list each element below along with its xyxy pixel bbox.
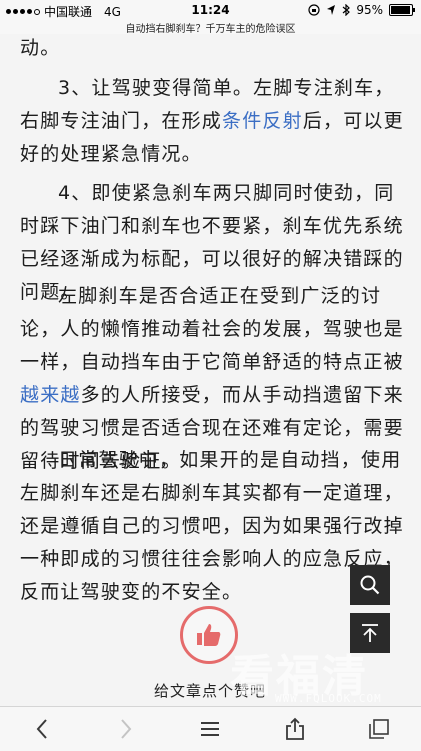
battery-percent: 95% <box>356 3 383 17</box>
hamburger-menu-icon <box>201 722 220 736</box>
tabs-button[interactable] <box>359 709 399 749</box>
keyword-link[interactable]: 条件反射 <box>222 110 303 132</box>
watermark-url: WWW.FQLOOK.COM <box>275 692 382 705</box>
share-icon <box>285 717 304 740</box>
tabs-icon <box>369 719 389 739</box>
back-button[interactable] <box>22 709 62 749</box>
browser-toolbar <box>0 706 421 751</box>
chevron-left-icon <box>36 719 47 739</box>
forward-button[interactable] <box>106 709 146 749</box>
menu-button[interactable] <box>190 709 230 749</box>
article-paragraph: 3、让驾驶变得简单。左脚专注刹车，右脚专注油门，在形成条件反射后，可以更好的处理… <box>20 77 404 165</box>
battery-fill <box>391 6 410 14</box>
bluetooth-icon <box>342 4 351 16</box>
search-icon <box>360 575 380 595</box>
location-arrow-icon <box>327 5 336 15</box>
status-bar: 中国联通 4G 11:24 95% <box>0 0 421 20</box>
lock-rotation-icon <box>308 4 320 16</box>
article-paragraph: 动。 <box>20 37 61 59</box>
article-paragraph: 日常驾驶中，如果开的是自动挡，使用左脚刹车还是右脚刹车其实都有一定道理，还是遵循… <box>20 449 404 603</box>
status-icons: 95% <box>308 3 415 17</box>
search-button[interactable] <box>350 565 390 605</box>
thumbs-up-icon <box>197 624 221 646</box>
chevron-right-icon <box>121 719 132 739</box>
share-button[interactable] <box>275 709 315 749</box>
battery-icon <box>389 4 415 16</box>
keyword-link[interactable]: 越来越 <box>20 384 81 406</box>
